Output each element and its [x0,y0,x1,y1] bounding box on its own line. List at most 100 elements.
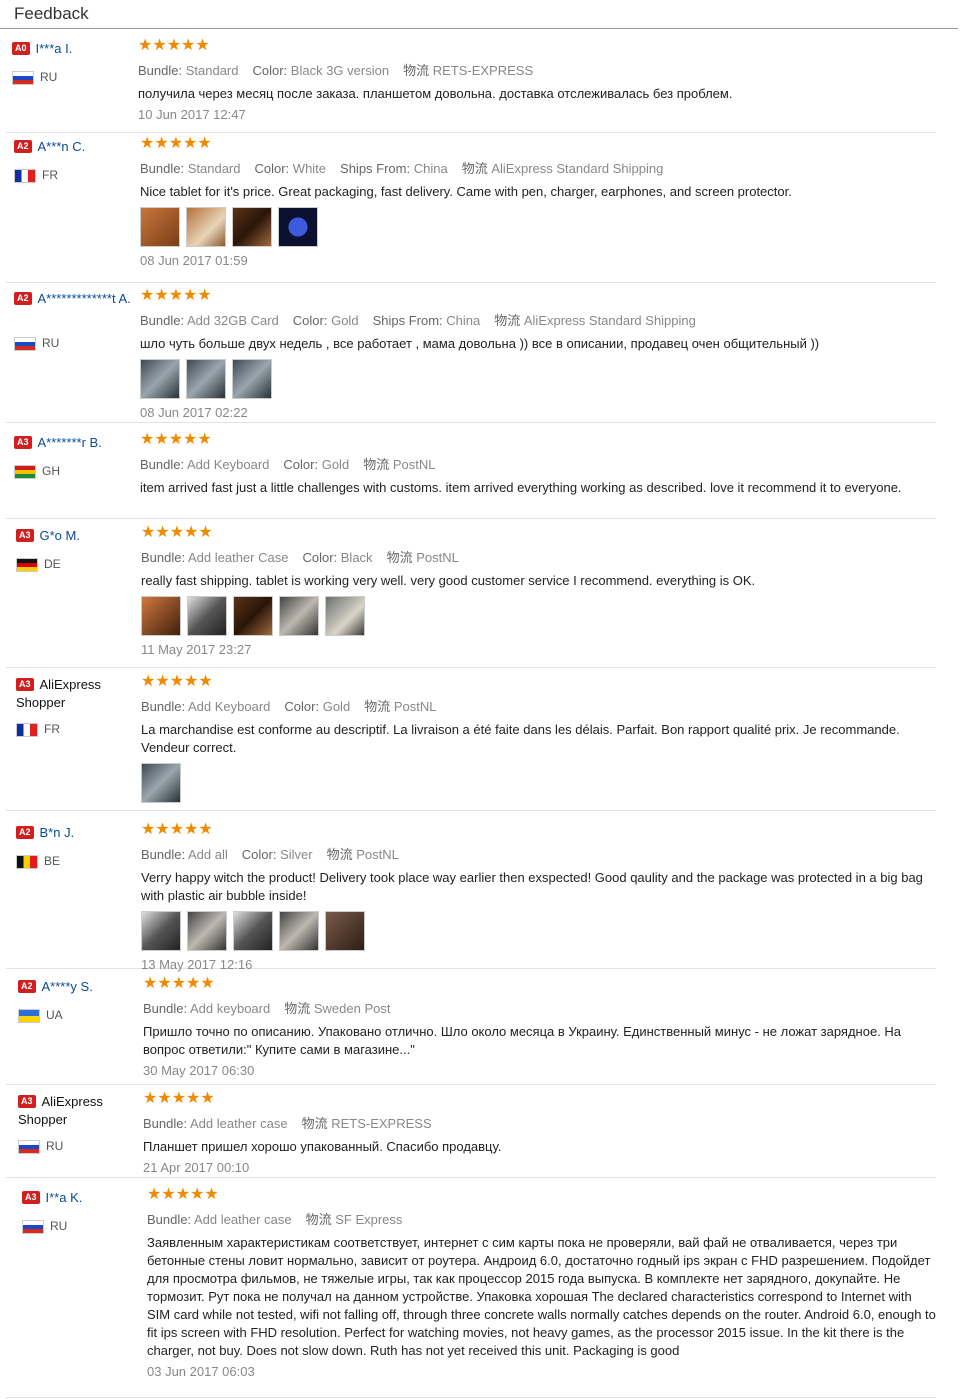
review-photos [140,359,930,401]
reviewer-name[interactable]: A***n C. [38,139,86,154]
review-photo-thumbnail[interactable] [141,763,181,803]
star-rating: ★★★★★ [140,431,212,448]
feedback-header: Feedback [0,0,958,29]
reviewer-name[interactable]: A****y S. [42,979,93,994]
review-text: Пришло точно по описанию. Упаковано отли… [143,1024,902,1057]
shipping-attr: 物流 AliExpress Standard Shipping [461,161,664,176]
order-attributes: Bundle: Add leather case 物流 SF Express [147,1209,937,1228]
reviewer-country: RU [14,336,59,351]
reviewer-name[interactable]: I***a I. [36,41,73,56]
bundle-value: Add keyboard [190,1001,271,1016]
star-rating: ★★★★★ [143,975,215,992]
buyer-level-badge: A3 [16,529,34,543]
shipping-value: RETS-EXPRESS [432,63,534,78]
reviewer-info: A3 G*o M. DE [16,527,134,572]
star-rating: ★★★★★ [140,135,212,152]
bundle-value: Standard [187,161,241,176]
shipping-attr: 物流 PostNL [386,550,459,565]
review-date: 10 Jun 2017 12:47 [138,107,246,122]
country-code: BE [44,854,61,868]
review-photo-thumbnail[interactable] [141,911,181,951]
shipping-attr: 物流 Sweden Post [284,1001,391,1016]
shipping-value: RETS-EXPRESS [331,1116,432,1131]
reviewer-info: A0 I***a I. RU [12,40,130,85]
review-item: A0 I***a I. RU ★★★★★ Bundle: Standard Color: … [6,36,936,133]
reviewer-country: UA [18,1008,63,1023]
review-photo-thumbnail[interactable] [233,596,273,636]
country-code: DE [44,557,61,571]
bundle-attr: Bundle: Add 32GB Card [140,313,279,328]
reviewer-country: RU [22,1219,67,1234]
reviewer-country: GH [14,464,60,479]
review-photo-thumbnail[interactable] [233,911,273,951]
review-body: ★★★★★ Bundle: Add all Color: Silver 物流 Post… [141,822,931,972]
bundle-attr: Bundle: Add leather case [147,1212,292,1227]
review-photo-thumbnail[interactable] [187,596,227,636]
shipping-attr: 物流 AliExpress Standard Shipping [494,313,696,328]
buyer-level-badge: A3 [22,1191,40,1205]
review-photo-thumbnail[interactable] [186,359,226,399]
shipping-value: SF Express [335,1212,403,1227]
country-code: FR [44,722,60,736]
review-photo-thumbnail[interactable] [140,207,180,247]
review-photo-thumbnail[interactable] [141,596,181,636]
shipping-attr: 物流 PostNL [364,699,437,714]
bundle-value: Add leather case [190,1116,288,1131]
review-body: ★★★★★ Bundle: Standard Color: White Ships F… [140,136,930,268]
review-photo-thumbnail[interactable] [279,596,319,636]
review-photo-thumbnail[interactable] [232,207,272,247]
buyer-level-badge: A2 [14,292,32,306]
shipping-attr: 物流 RETS-EXPRESS [301,1116,432,1131]
order-attributes: Bundle: Add leather Case Color: Black 物流 P… [141,547,931,566]
review-body: ★★★★★ Bundle: Add Keyboard Color: Gold 物流 P… [140,432,930,497]
review-date: 11 May 2017 23:27 [141,642,252,657]
review-photo-thumbnail[interactable] [186,207,226,247]
country-code: RU [42,336,60,350]
reviewer-country: RU [18,1139,63,1154]
order-attributes: Bundle: Add all Color: Silver 物流 PostNL [141,844,931,863]
ships-from-value: China [446,313,481,328]
reviewer-country: DE [16,557,61,572]
color-attr: Color: Gold [283,457,350,472]
review-photo-thumbnail[interactable] [325,911,365,951]
reviewer-name[interactable]: A*******r B. [38,435,102,450]
review-body: ★★★★★ Bundle: Add leather case 物流 RETS-EXP… [143,1090,933,1176]
review-date: 08 Jun 2017 01:59 [140,253,248,268]
bundle-attr: Bundle: Add all [141,847,228,862]
review-photo-thumbnail[interactable] [140,359,180,399]
bundle-attr: Bundle: Standard [140,161,241,176]
star-rating: ★★★★★ [141,821,213,838]
ru-flag-icon [14,336,36,351]
review-photo-thumbnail[interactable] [278,207,318,247]
review-date: 08 Jun 2017 02:22 [140,405,248,420]
reviewer-name[interactable]: I**a K. [46,1190,83,1205]
reviewer-country: BE [16,854,60,869]
color-attr: Color: Gold [292,313,359,328]
reviewer-name[interactable]: A*************t A. [38,291,131,306]
color-value: Black [340,550,373,565]
review-photo-thumbnail[interactable] [325,596,365,636]
de-flag-icon [16,557,38,572]
reviewer-info: A3 I**a K. RU [22,1189,140,1234]
reviewer-name[interactable]: G*o M. [40,528,80,543]
color-attr: Color: Silver [241,847,313,862]
review-date: 13 May 2017 12:16 [141,957,253,972]
review-text: La marchandise est conforme au descripti… [141,722,900,755]
shipping-attr: 物流 SF Express [305,1212,403,1227]
country-code: GH [42,464,60,478]
review-photo-thumbnail[interactable] [279,911,319,951]
reviewer-info: A2 A****y S. UA [18,978,136,1023]
review-photo-thumbnail[interactable] [187,911,227,951]
star-rating: ★★★★★ [143,1090,215,1107]
review-photo-thumbnail[interactable] [232,359,272,399]
order-attributes: Bundle: Add leather case 物流 RETS-EXPRESS [143,1113,933,1132]
review-text: шло чуть больше двух недель , все работа… [140,336,820,351]
bundle-value: Add Keyboard [188,699,271,714]
shipping-attr: 物流 PostNL [326,847,399,862]
shipping-value: PostNL [393,699,437,714]
star-rating: ★★★★★ [141,524,213,541]
reviewer-name[interactable]: B*n J. [40,825,75,840]
color-attr: Color: White [254,161,327,176]
bundle-value: Standard [185,63,239,78]
shipping-attr: 物流 RETS-EXPRESS [403,63,534,78]
